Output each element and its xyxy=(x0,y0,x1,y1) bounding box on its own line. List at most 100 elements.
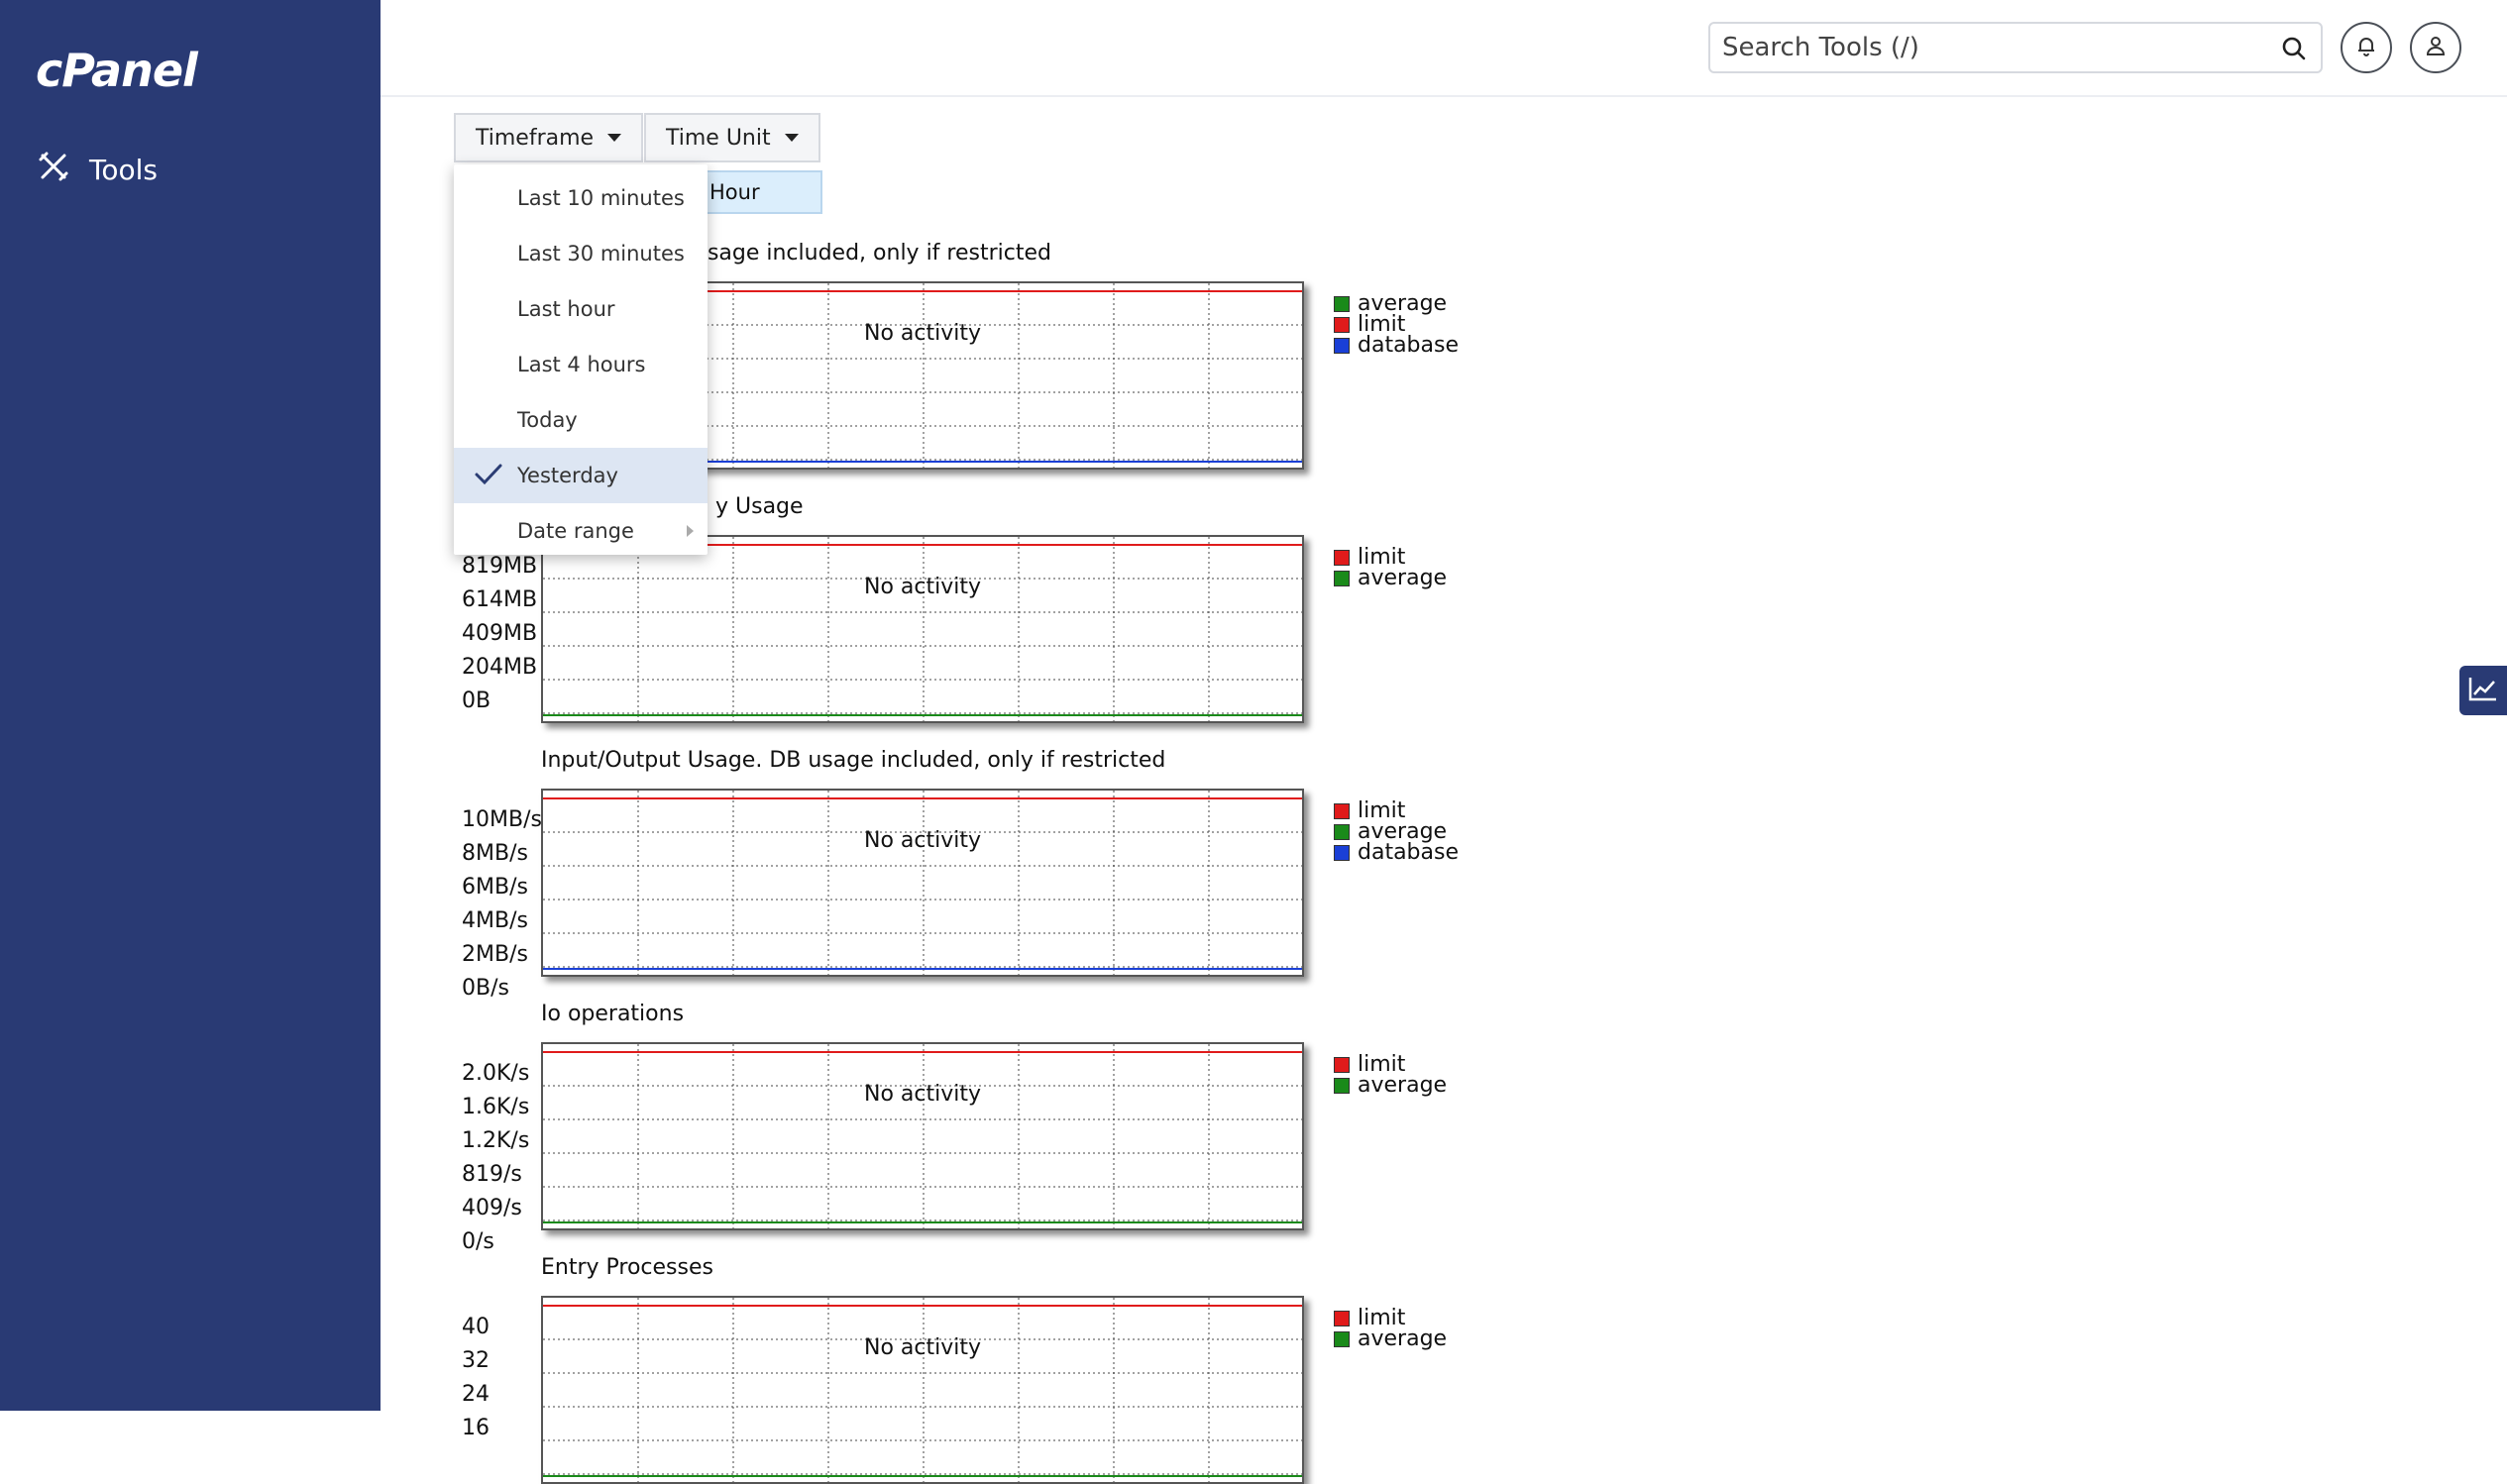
legend-entry: average xyxy=(1334,293,1459,315)
sidebar-item-tools[interactable]: Tools xyxy=(38,151,158,189)
legend-entry: database xyxy=(1334,335,1459,357)
y-tick-label: 204MB xyxy=(462,655,538,680)
y-tick-label: 614MB xyxy=(462,587,538,612)
menu-item-yesterday[interactable]: Yesterday xyxy=(454,448,708,503)
menu-item-label: Date range xyxy=(517,519,634,543)
legend-swatch xyxy=(1334,1310,1350,1326)
selected-unit-label: Hour xyxy=(709,180,760,204)
legend-entry: average xyxy=(1334,819,1459,844)
y-tick-label: 2MB/s xyxy=(462,942,528,967)
menu-item-label: Yesterday xyxy=(517,464,618,487)
y-tick-label: 32 xyxy=(462,1348,490,1373)
y-tick-label: 4MB/s xyxy=(462,908,528,933)
search-icon[interactable] xyxy=(2281,36,2307,65)
timeunit-dropdown[interactable]: Time Unit xyxy=(644,113,820,162)
legend-label: average xyxy=(1358,1073,1448,1098)
legend-swatch xyxy=(1334,549,1350,566)
chart-legend: limit average xyxy=(1334,545,1447,589)
user-menu-button[interactable] xyxy=(2410,22,2461,73)
y-tick-label: 24 xyxy=(462,1382,490,1407)
legend-swatch xyxy=(1334,1056,1350,1073)
caret-down-icon xyxy=(607,134,622,142)
y-tick-label: 8MB/s xyxy=(462,841,528,866)
chart-plot: No activity xyxy=(541,1042,1304,1230)
legend-label: average xyxy=(1358,819,1448,844)
menu-item-last-hour[interactable]: Last hour xyxy=(454,281,708,337)
menu-item-last-30-minutes[interactable]: Last 30 minutes xyxy=(454,226,708,281)
menu-item-label: Last 30 minutes xyxy=(517,242,685,265)
legend-entry: limit xyxy=(1334,1052,1447,1077)
notifications-button[interactable] xyxy=(2341,22,2392,73)
chart-grid xyxy=(543,1044,1302,1228)
chevron-right-icon xyxy=(687,525,694,537)
legend-label: database xyxy=(1358,840,1459,865)
sidebar-item-label: Tools xyxy=(89,154,158,186)
menu-item-last-4-hours[interactable]: Last 4 hours xyxy=(454,337,708,392)
legend-swatch xyxy=(1334,802,1350,819)
legend-label: average xyxy=(1358,1326,1448,1351)
legend-entry: database xyxy=(1334,840,1459,865)
chart-grid xyxy=(543,1298,1302,1482)
no-activity-label: No activity xyxy=(863,575,981,599)
legend-entry: limit xyxy=(1334,798,1459,823)
menu-item-label: Last hour xyxy=(517,297,615,321)
bell-icon xyxy=(2354,34,2378,61)
legend-entry: average xyxy=(1334,1073,1448,1098)
y-tick-label: 0/s xyxy=(462,1229,494,1254)
y-tick-label: 2.0K/s xyxy=(462,1061,530,1086)
chart-legend: average limit database xyxy=(1334,293,1459,357)
chart-legend: limit average database xyxy=(1334,798,1459,865)
checkmark-icon xyxy=(474,462,503,492)
user-icon xyxy=(2424,34,2448,61)
chart-title: y Usage xyxy=(715,494,804,519)
y-tick-label: 0B xyxy=(462,689,491,713)
menu-item-last-10-minutes[interactable]: Last 10 minutes xyxy=(454,170,708,226)
chart-legend: limit average xyxy=(1334,1306,1448,1351)
trend-chart-icon xyxy=(2468,676,2498,705)
legend-entry: limit xyxy=(1334,1306,1447,1330)
search-box xyxy=(1708,22,2323,73)
legend-swatch xyxy=(1334,570,1350,586)
menu-item-label: Today xyxy=(517,408,578,432)
legend-entry: average xyxy=(1334,1326,1448,1351)
chart-plot: No activity xyxy=(541,789,1304,977)
y-tick-label: 819/s xyxy=(462,1162,522,1187)
legend-entry: average xyxy=(1334,568,1447,589)
legend-label: limit xyxy=(1358,312,1406,337)
legend-label: limit xyxy=(1358,545,1406,570)
graph-panel-tab[interactable] xyxy=(2459,666,2507,715)
chart-title: Entry Processes xyxy=(541,1255,713,1280)
chart-plot: No activity xyxy=(541,535,1304,723)
tools-icon xyxy=(38,151,69,189)
no-activity-label: No activity xyxy=(863,1335,981,1360)
legend-swatch xyxy=(1334,1077,1350,1094)
chart-title: Input/Output Usage. DB usage included, o… xyxy=(541,748,1166,773)
y-tick-label: 1.2K/s xyxy=(462,1128,530,1153)
y-tick-label: 1.6K/s xyxy=(462,1095,530,1119)
search-input[interactable] xyxy=(1710,24,2321,71)
legend-label: limit xyxy=(1358,1052,1406,1077)
legend-swatch xyxy=(1334,316,1350,333)
menu-item-today[interactable]: Today xyxy=(454,392,708,448)
legend-swatch xyxy=(1334,823,1350,840)
menu-item-label: Last 4 hours xyxy=(517,353,646,376)
legend-swatch xyxy=(1334,1330,1350,1347)
legend-swatch xyxy=(1334,337,1350,354)
legend-entry: limit xyxy=(1334,312,1459,337)
chart-grid xyxy=(543,791,1302,975)
menu-item-label: Last 10 minutes xyxy=(517,186,685,210)
timeframe-dropdown[interactable]: Timeframe xyxy=(454,113,644,162)
sidebar: cPanel Tools xyxy=(0,0,381,1411)
timeframe-label: Timeframe xyxy=(476,125,595,151)
legend-label: limit xyxy=(1358,1306,1406,1330)
selected-unit-badge: Hour xyxy=(694,170,822,214)
no-activity-label: No activity xyxy=(863,828,981,853)
y-tick-label: 0B/s xyxy=(462,976,509,1001)
y-tick-label: 409/s xyxy=(462,1196,522,1220)
legend-swatch xyxy=(1334,295,1350,312)
chart-grid xyxy=(543,537,1302,721)
chart-legend: limit average xyxy=(1334,1052,1448,1098)
menu-item-date-range[interactable]: Date range xyxy=(454,503,708,559)
cpanel-logo[interactable]: cPanel xyxy=(36,44,198,97)
legend-label: limit xyxy=(1358,798,1406,823)
